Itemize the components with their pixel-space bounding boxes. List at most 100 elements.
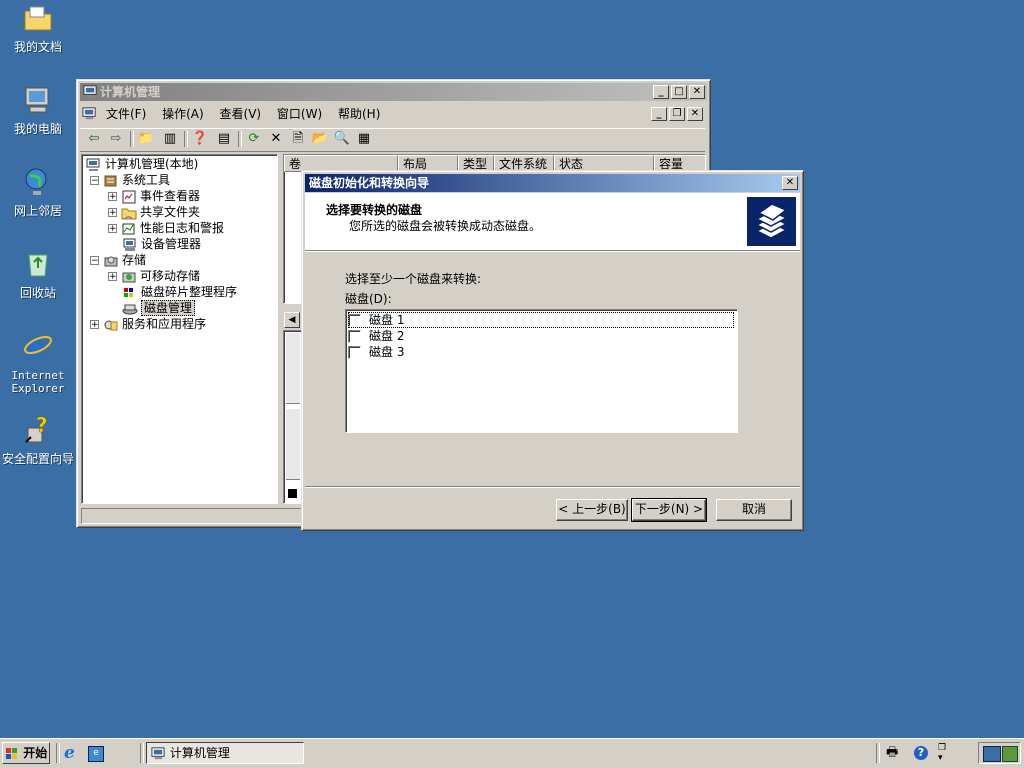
close-button[interactable]: ✕ [689,85,705,99]
menu-help[interactable]: 帮助(H) [332,104,386,124]
disk-defragmenter-icon [124,287,133,297]
desktop-icon-internet-explorer[interactable]: e Internet Explorer [0,330,76,395]
network-globe-icon [25,168,47,195]
disk-3-checkbox[interactable] [348,346,361,359]
disk-list-item[interactable]: 磁盘 1 [348,312,734,328]
menu-file[interactable]: 文件(F) [100,104,152,124]
tree-item-storage[interactable]: − 存储 [90,252,146,268]
window-titlebar[interactable]: 计算机管理 _ □ ✕ [80,83,707,101]
disk-list-item[interactable]: 磁盘 3 [348,344,404,360]
taskbar-divider [140,743,144,763]
svg-text:?: ? [36,414,48,437]
performance-logs-icon [122,223,135,234]
desktop-icon-label: 我的文档 [13,40,62,54]
tree-item-services-applications[interactable]: + 服务和应用程序 [90,316,206,332]
computer-icon [25,87,49,113]
desktop-icon-my-documents[interactable]: 我的文档 [0,2,76,54]
menu-view[interactable]: 查看(V) [214,104,268,124]
mmc-document-icon [82,107,96,120]
dialog-titlebar[interactable]: 磁盘初始化和转换向导 ✕ [305,174,800,192]
toolbar: ⇦ ⇨ 📁 ▥ ❓ ▤ ⟳ ✕ 🗎 📂 🔍 ▦ [80,128,705,152]
menu-action[interactable]: 操作(A) [156,104,210,124]
delete-icon[interactable]: ✕ [266,129,286,149]
disk-1-checkbox[interactable] [348,314,361,327]
refresh-icon[interactable]: ⟳ [244,129,264,149]
back-arrow-icon[interactable]: ⇦ [84,129,104,149]
disk-2-checkbox[interactable] [348,330,361,343]
expand-icon[interactable]: + [108,192,117,202]
svg-text:e: e [27,330,46,362]
computer-management-icon [83,85,97,98]
disk-list-item[interactable]: 磁盘 2 [348,328,404,344]
start-label: 开始 [23,746,48,760]
device-manager-icon [123,238,136,251]
forward-arrow-icon[interactable]: ⇨ [106,129,126,149]
child-minimize-button[interactable]: _ [651,107,667,121]
maximize-button[interactable]: □ [671,85,687,99]
up-folder-icon[interactable]: 📁 [136,129,156,149]
expand-icon[interactable]: + [108,208,117,218]
collapse-icon[interactable]: − [90,176,99,186]
disk-report-icon[interactable]: ▦ [354,129,374,149]
show-hide-tree-icon[interactable]: ▥ [160,129,180,149]
tree-item-removable-storage[interactable]: + 可移动存储 [108,268,200,284]
scroll-left-button[interactable]: ◀ [284,312,300,328]
tree-pane[interactable]: 计算机管理(本地) − 系统工具 + 事件查看器 + 共享文件夹 + 性能日志和警报 设… [81,154,278,504]
disk-checkbox-list[interactable]: 磁盘 1 磁盘 2 磁盘 3 [345,309,738,433]
quicklaunch-explorer-icon[interactable]: e [88,746,104,762]
tray-help-icon[interactable]: ? [914,746,928,760]
child-restore-button[interactable]: ❐ [669,107,685,121]
tree-item-device-manager[interactable]: 设备管理器 [122,236,201,252]
tree-item-event-viewer[interactable]: + 事件查看器 [108,188,200,204]
show-hide-console-icon[interactable]: ▤ [214,129,234,149]
back-button[interactable]: < 上一步(B) [556,499,628,521]
expand-icon[interactable]: + [108,224,117,234]
menu-window[interactable]: 窗口(W) [271,104,328,124]
recycle-bin-icon [28,254,48,277]
disk-1-label: 磁盘 1 [369,313,405,327]
cancel-button[interactable]: 取消 [716,499,792,521]
desktop-icon-security-wizard[interactable]: ? 安全配置向导 [0,413,76,466]
disk-1-block[interactable] [286,409,300,480]
desktop-icon-my-computer[interactable]: 我的电脑 [0,84,76,136]
desktop-icon-recycle-bin[interactable]: 回收站 [0,248,76,300]
child-close-button[interactable]: ✕ [687,107,703,121]
dialog-close-button[interactable]: ✕ [782,176,798,190]
search-icon[interactable]: 🔍 [332,129,352,149]
start-button[interactable]: 开始 [2,742,50,764]
next-button[interactable]: 下一步(N) > [631,498,707,522]
disk-3-label: 磁盘 3 [369,345,405,359]
expand-icon[interactable]: + [90,320,99,330]
desktop-icon-label: Internet Explorer [11,369,65,395]
wizard-logo [747,197,796,246]
removable-storage-icon [122,272,136,282]
shared-folder-icon [121,208,137,219]
computer-management-icon [86,158,100,171]
disk-wizard-dialog[interactable]: 磁盘初始化和转换向导 ✕ 选择要转换的磁盘 您所选的磁盘会被转换成动态磁盘。 选… [301,170,804,531]
legend-swatch [288,489,297,498]
disk-0-block[interactable] [286,333,300,404]
tray-security-icon[interactable] [1002,746,1018,762]
instruction-text: 选择至少一个磁盘来转换: [345,272,482,286]
open-folder-icon[interactable]: 📂 [310,129,330,149]
tree-item-system-tools[interactable]: − 系统工具 [90,172,170,188]
quicklaunch-ie-icon[interactable]: e [64,745,82,763]
tray-printer-icon[interactable]: 🖶 [886,745,904,761]
tray-restore-icon[interactable]: ❐ ▾ [938,743,950,763]
task-computer-management[interactable]: 计算机管理 [146,742,304,764]
expand-icon[interactable]: + [108,272,117,282]
tree-item-disk-management[interactable]: 磁盘管理 [122,300,196,316]
collapse-icon[interactable]: − [90,256,99,266]
desktop-icon-network[interactable]: 网上邻居 [0,166,76,218]
properties-icon[interactable]: 🗎 [288,129,308,149]
system-tools-icon [104,175,117,186]
tree-item-performance-logs[interactable]: + 性能日志和警报 [108,220,224,236]
minimize-button[interactable]: _ [653,85,669,99]
dialog-title: 磁盘初始化和转换向导 [309,176,430,190]
tree-item-disk-defragmenter[interactable]: 磁盘碎片整理程序 [122,284,237,300]
properties-help-icon[interactable]: ❓ [190,129,210,149]
tree-item-shared-folders[interactable]: + 共享文件夹 [108,204,200,220]
tree-item-computer-management[interactable]: 计算机管理(本地) [86,156,198,172]
taskbar-divider [876,743,880,763]
tray-network-icon[interactable] [983,746,1001,762]
